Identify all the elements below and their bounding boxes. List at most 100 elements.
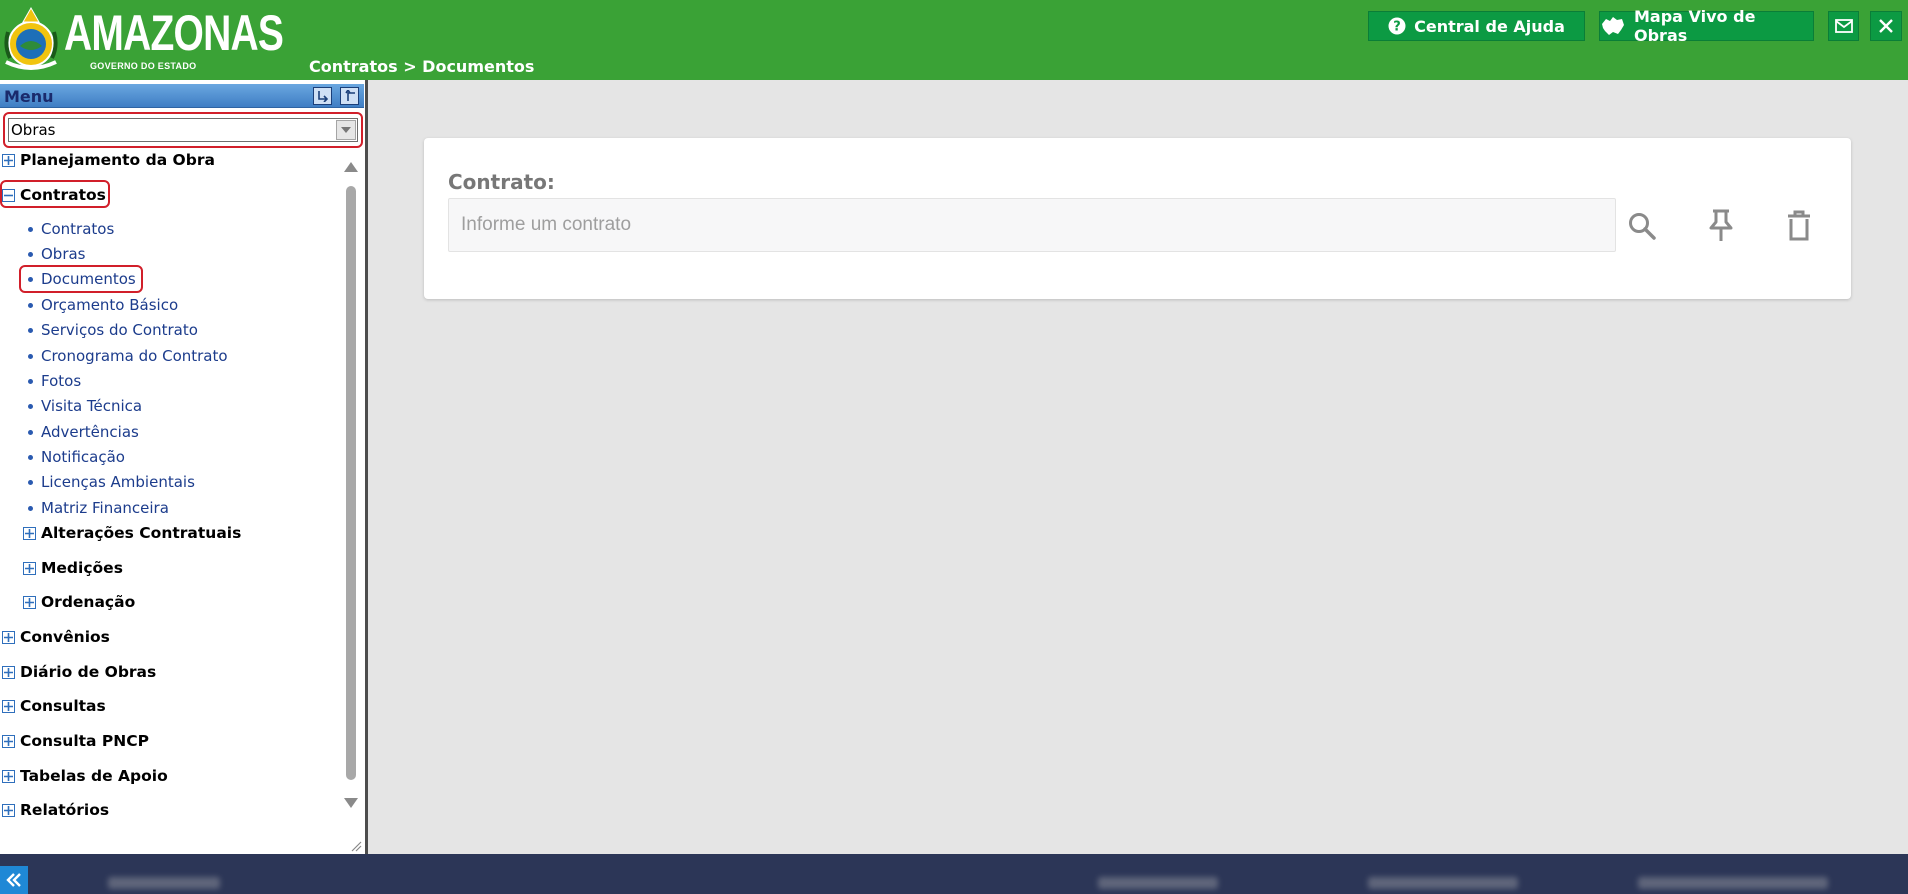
help-center-button[interactable]: ? Central de Ajuda bbox=[1368, 11, 1585, 41]
menu-item-diario-obras[interactable]: Diário de Obras bbox=[2, 663, 156, 681]
submenu-label: Cronograma do Contrato bbox=[41, 347, 228, 365]
sidebar: Menu Obras Planejamento da Obra Contrato… bbox=[0, 80, 368, 854]
status-user-blurred bbox=[1098, 877, 1218, 889]
submenu-label: Advertências bbox=[41, 423, 139, 441]
submenu-documentos[interactable]: Documentos bbox=[26, 270, 136, 288]
menu-item-label: Consulta PNCP bbox=[20, 732, 149, 750]
module-select-value: Obras bbox=[11, 121, 56, 139]
expand-plus-icon[interactable] bbox=[23, 526, 36, 540]
help-center-label: Central de Ajuda bbox=[1414, 16, 1565, 36]
submenu-group-label: Medições bbox=[41, 559, 123, 577]
menu-pin-button[interactable] bbox=[340, 87, 359, 105]
submenu-licencas-ambientais[interactable]: Licenças Ambientais bbox=[26, 473, 195, 491]
mapa-vivo-button[interactable]: Mapa Vivo de Obras bbox=[1599, 7, 1814, 45]
menu-item-contratos[interactable]: Contratos bbox=[2, 186, 106, 204]
menu-item-planejamento[interactable]: Planejamento da Obra bbox=[2, 151, 215, 169]
double-chevron-left-icon bbox=[6, 873, 21, 887]
expand-plus-icon[interactable] bbox=[2, 734, 15, 748]
submenu-group-label: Alterações Contratuais bbox=[41, 524, 242, 542]
menu-item-consulta-pncp[interactable]: Consulta PNCP bbox=[2, 732, 149, 750]
pin-button[interactable] bbox=[1701, 206, 1741, 246]
close-button[interactable] bbox=[1870, 11, 1902, 41]
header: AMAZONAS GOVERNO DO ESTADO Contratos > D… bbox=[0, 0, 1908, 80]
submenu-group-ordenacao[interactable]: Ordenação bbox=[23, 593, 135, 611]
pin-icon bbox=[1709, 209, 1733, 241]
scroll-up-arrow-icon[interactable] bbox=[344, 162, 358, 172]
contrato-label: Contrato: bbox=[448, 170, 555, 194]
resize-grip-icon[interactable] bbox=[350, 840, 362, 852]
expand-plus-icon[interactable] bbox=[2, 699, 15, 713]
svg-text:?: ? bbox=[1393, 20, 1401, 35]
logo-subtitle: GOVERNO DO ESTADO bbox=[90, 61, 197, 71]
contrato-input[interactable] bbox=[448, 198, 1616, 252]
status-info-blurred bbox=[108, 877, 220, 889]
submenu-visita-tecnica[interactable]: Visita Técnica bbox=[26, 397, 142, 415]
scrollbar-thumb[interactable] bbox=[346, 186, 356, 780]
submenu-advertencias[interactable]: Advertências bbox=[26, 423, 139, 441]
bullet-icon bbox=[28, 302, 33, 308]
collapse-minus-icon[interactable] bbox=[2, 188, 15, 202]
expand-plus-icon[interactable] bbox=[2, 803, 15, 817]
mail-button[interactable] bbox=[1828, 11, 1859, 41]
mail-icon bbox=[1834, 19, 1853, 33]
status-footer bbox=[0, 854, 1908, 894]
bullet-icon bbox=[28, 479, 33, 485]
expand-plus-icon[interactable] bbox=[2, 630, 15, 644]
submenu-group-label: Ordenação bbox=[41, 593, 136, 611]
breadcrumb: Contratos > Documentos bbox=[309, 57, 535, 76]
submenu-contratos[interactable]: Contratos bbox=[26, 220, 114, 238]
menu-item-relatorios[interactable]: Relatórios bbox=[2, 801, 109, 819]
menu-item-consultas[interactable]: Consultas bbox=[2, 697, 106, 715]
submenu-obras[interactable]: Obras bbox=[26, 245, 86, 263]
detach-icon bbox=[318, 91, 329, 102]
chevron-down-icon[interactable] bbox=[336, 120, 356, 140]
submenu-cronograma-contrato[interactable]: Cronograma do Contrato bbox=[26, 347, 228, 365]
submenu-label: Serviços do Contrato bbox=[41, 321, 198, 339]
expand-plus-icon[interactable] bbox=[2, 153, 15, 167]
bullet-icon bbox=[28, 454, 33, 460]
submenu-label: Obras bbox=[41, 245, 86, 263]
menu-item-label: Planejamento da Obra bbox=[20, 151, 215, 169]
map-icon bbox=[1600, 16, 1626, 36]
search-button[interactable] bbox=[1622, 206, 1662, 246]
scroll-down-arrow-icon[interactable] bbox=[344, 798, 358, 808]
bullet-icon bbox=[28, 251, 33, 257]
menu-item-convenios[interactable]: Convênios bbox=[2, 628, 110, 646]
submenu-label: Documentos bbox=[41, 270, 136, 288]
bullet-icon bbox=[28, 378, 33, 384]
module-select[interactable]: Obras bbox=[8, 118, 358, 142]
mapa-vivo-label: Mapa Vivo de Obras bbox=[1634, 7, 1756, 45]
submenu-label: Visita Técnica bbox=[41, 397, 143, 415]
menu-item-label: Consultas bbox=[20, 697, 106, 715]
delete-button[interactable] bbox=[1779, 206, 1819, 246]
submenu-orcamento-basico[interactable]: Orçamento Básico bbox=[26, 296, 178, 314]
logo-text: AMAZONAS bbox=[64, 5, 284, 61]
submenu-fotos[interactable]: Fotos bbox=[26, 372, 81, 390]
submenu-group-medicoes[interactable]: Medições bbox=[23, 559, 123, 577]
expand-plus-icon[interactable] bbox=[23, 595, 36, 609]
menu-detach-button[interactable] bbox=[313, 87, 332, 105]
expand-plus-icon[interactable] bbox=[2, 665, 15, 679]
attach-icon bbox=[345, 90, 355, 101]
bullet-icon bbox=[28, 327, 33, 333]
menu-item-label: Diário de Obras bbox=[20, 663, 157, 681]
search-icon bbox=[1629, 213, 1656, 240]
menu-title: Menu bbox=[4, 87, 54, 106]
menu-item-tabelas-apoio[interactable]: Tabelas de Apoio bbox=[2, 767, 168, 785]
bullet-icon bbox=[28, 226, 33, 232]
collapse-sidebar-button[interactable] bbox=[0, 866, 28, 894]
bullet-icon bbox=[28, 505, 33, 511]
submenu-notificacao[interactable]: Notificação bbox=[26, 448, 125, 466]
submenu-label: Licenças Ambientais bbox=[41, 473, 195, 491]
submenu-matriz-financeira[interactable]: Matriz Financeira bbox=[26, 499, 169, 517]
submenu-label: Matriz Financeira bbox=[41, 499, 169, 517]
submenu-servicos-contrato[interactable]: Serviços do Contrato bbox=[26, 321, 198, 339]
question-circle-icon: ? bbox=[1388, 17, 1406, 35]
close-icon bbox=[1878, 18, 1894, 34]
status-build-blurred bbox=[1638, 877, 1828, 889]
expand-plus-icon[interactable] bbox=[23, 561, 36, 575]
menu-item-label: Tabelas de Apoio bbox=[20, 767, 168, 785]
bullet-icon bbox=[28, 403, 33, 409]
expand-plus-icon[interactable] bbox=[2, 769, 15, 783]
submenu-group-alteracoes[interactable]: Alterações Contratuais bbox=[23, 524, 241, 542]
